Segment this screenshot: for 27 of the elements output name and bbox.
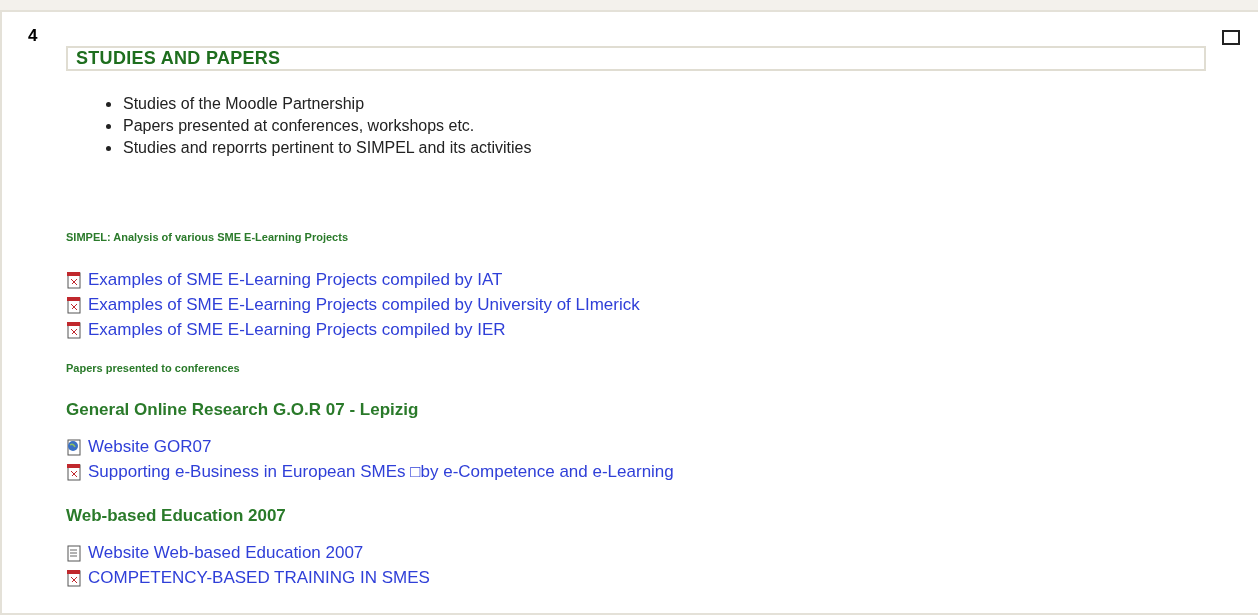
section-number: 4 bbox=[28, 26, 38, 45]
bullet-icon bbox=[106, 101, 111, 107]
list-item: Studies and reporrts pertinent to SIMPEL and its activities bbox=[123, 139, 532, 157]
subsection-heading: General Online Research G.O.R 07 - Lepizig bbox=[66, 400, 420, 420]
bullet-icon bbox=[106, 123, 111, 129]
resource-link[interactable]: Examples of SME E-Learning Projects compiled by IAT bbox=[88, 269, 503, 290]
pdf-file-icon bbox=[66, 568, 82, 587]
pdf-file-icon bbox=[66, 462, 82, 481]
resource-link[interactable]: Examples of SME E-Learning Projects compiled by University of LImerick bbox=[88, 294, 640, 315]
resource-link[interactable]: COMPETENCY-BASED TRAINING IN SMES bbox=[88, 567, 430, 588]
list-item: Studies of the Moodle Partnership bbox=[123, 95, 365, 113]
bullet-icon bbox=[106, 145, 111, 151]
subsection-label: Papers presented to conferences bbox=[66, 362, 241, 374]
highlight-toggle[interactable] bbox=[1222, 30, 1240, 45]
pdf-file-icon bbox=[66, 270, 82, 289]
pdf-file-icon bbox=[66, 295, 82, 314]
section-title: STUDIES AND PAPERS bbox=[66, 46, 1206, 71]
subsection-heading: Web-based Education 2007 bbox=[66, 506, 287, 526]
globe-file-icon bbox=[66, 437, 82, 456]
subsection-label: SIMPEL: Analysis of various SME E-Learning Projects bbox=[66, 231, 349, 243]
resource-link[interactable]: Supporting e-Business in European SMEs □by e-Competence and e-Learning bbox=[88, 461, 674, 482]
resource-link[interactable]: Website Web-based Education 2007 bbox=[88, 542, 364, 563]
pdf-file-icon bbox=[66, 320, 82, 339]
resource-link[interactable]: Examples of SME E-Learning Projects compiled by IER bbox=[88, 319, 506, 340]
document-icon bbox=[66, 543, 82, 562]
resource-link[interactable]: Website GOR07 bbox=[88, 436, 212, 457]
list-item: Papers presented at conferences, workshops etc. bbox=[123, 117, 475, 135]
